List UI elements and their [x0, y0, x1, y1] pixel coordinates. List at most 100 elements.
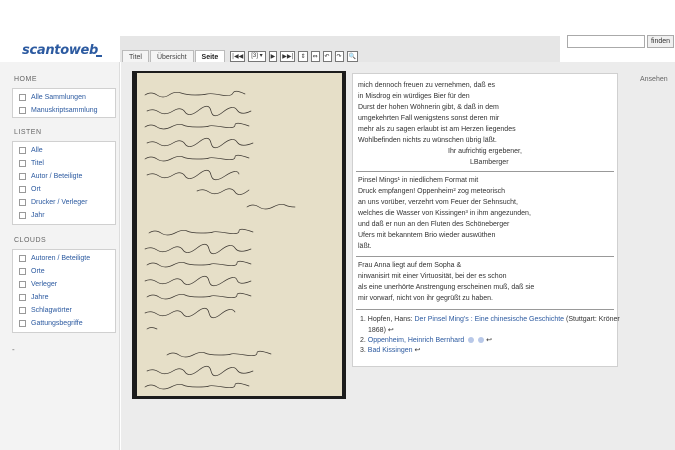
checkbox-icon[interactable] — [19, 255, 26, 262]
sidebar-item-autoren[interactable]: Autoren / Beteiligte — [13, 252, 115, 265]
sidebar-item-alle[interactable]: Alle — [13, 144, 115, 157]
search-input[interactable] — [567, 35, 645, 48]
checkbox-icon[interactable] — [19, 147, 26, 154]
fit-width-icon[interactable]: ⇔ — [310, 51, 320, 62]
footnote-3: 3. Bad Kissingen ↩ — [360, 346, 420, 354]
footnote-link[interactable]: Oppenheim, Heinrich Bernhard — [368, 337, 465, 344]
sidebar-item-label: Alle Sammlungen — [31, 94, 86, 101]
zoom-icon[interactable]: 🔍 — [346, 51, 359, 62]
text-line: mich dennoch freuen zu vernehmen, daß es — [358, 82, 495, 89]
checkbox-icon[interactable] — [19, 107, 26, 114]
next-page-icon[interactable]: ▶ — [268, 51, 278, 62]
sidebar-item-label: Autor / Beteiligte — [31, 173, 83, 180]
sidebar-item-label: Orte — [31, 268, 45, 275]
text-line: an uns vorüber, verzehrt vom Feuer der S… — [358, 199, 518, 206]
checkbox-icon[interactable] — [19, 294, 26, 301]
sidebar-box-listen: Alle Titel Autor / Beteiligte Ort Drucke… — [12, 141, 116, 225]
rotate-left-icon[interactable]: ↶ — [322, 51, 332, 62]
sidebar-item-schlagwoerter[interactable]: Schlagwörter — [13, 304, 115, 317]
footnote-number: 2. — [360, 337, 366, 344]
footnote-link[interactable]: Der Pinsel Ming's : Eine chinesische Ges… — [415, 316, 565, 323]
sidebar-box-clouds: Autoren / Beteiligte Orte Verleger Jahre… — [12, 249, 116, 333]
checkbox-icon[interactable] — [19, 160, 26, 167]
logo-underline — [96, 55, 102, 57]
sidebar-item-manuskriptsammlung[interactable]: Manuskriptsammlung — [13, 104, 115, 117]
text-line: Druck empfangen! Oppenheim² zog meteoris… — [358, 188, 506, 195]
sidebar-item-label: Schlagwörter — [31, 307, 72, 314]
checkbox-icon[interactable] — [19, 94, 26, 101]
logo-scan: scan — [22, 43, 55, 58]
sidebar-item-verleger[interactable]: Verleger — [13, 278, 115, 291]
text-line: Pinsel Mings¹ in niedlichem Format mit — [358, 177, 479, 184]
footnote-number: 1. — [360, 316, 366, 323]
search-button[interactable]: finden — [647, 35, 674, 48]
text-line: in Misdrog ein würdiges Bier für den — [358, 93, 470, 100]
logo[interactable]: scantoweb — [22, 43, 98, 58]
back-link-icon[interactable]: ↩ — [415, 347, 421, 354]
footnote-1: 1. Hopfen, Hans: Der Pinsel Ming's : Ein… — [360, 316, 620, 323]
sidebar-box-home: Alle Sammlungen Manuskriptsammlung — [12, 88, 116, 118]
sidebar-item-label: Verleger — [31, 281, 58, 288]
footnote-link[interactable]: Bad Kissingen — [368, 347, 413, 354]
sidebar-item-drucker[interactable]: Drucker / Verleger — [13, 196, 115, 209]
checkbox-icon[interactable] — [19, 199, 26, 206]
wikipedia-icon[interactable] — [468, 337, 475, 344]
footnote-author: Hopfen, Hans: — [367, 316, 413, 323]
ansehen-label[interactable]: Ansehen — [640, 76, 668, 83]
text-line: welches die Wasser von Kissingen³ in ihm… — [358, 210, 531, 217]
logo-web: web — [68, 43, 99, 58]
footnote-number: 3. — [360, 347, 366, 354]
footnote-1-year: 1868) ↩ — [368, 327, 394, 334]
gnd-icon[interactable] — [478, 337, 485, 344]
closing-line: Ihr aufrichtig ergebener, — [448, 148, 522, 155]
sidebar-item-orte[interactable]: Orte — [13, 265, 115, 278]
sidebar-item-titel[interactable]: Titel — [13, 157, 115, 170]
handwriting-image — [144, 90, 296, 390]
text-line: Wohlbefinden nichts zu wünschen übrig lä… — [358, 137, 497, 144]
checkbox-icon[interactable] — [19, 268, 26, 275]
sidebar-item-label: Alle — [31, 147, 43, 154]
text-line: und daß er nun an den Fluten des Schöneb… — [358, 221, 510, 228]
footnote-publisher: (Stuttgart: Kröner — [566, 316, 620, 323]
checkbox-icon[interactable] — [19, 212, 26, 219]
manuscript-scan[interactable] — [137, 73, 342, 396]
text-line: Frau Anna liegt auf dem Sopha & — [358, 262, 462, 269]
checkbox-icon[interactable] — [19, 186, 26, 193]
sidebar-item-label: Manuskriptsammlung — [31, 107, 98, 114]
last-page-icon[interactable]: ▶▶| — [280, 51, 296, 62]
text-line: als eine unerhörte Anstrengung erscheine… — [358, 284, 535, 291]
checkbox-icon[interactable] — [19, 307, 26, 314]
text-line: mehr als zu sagen erlaubt ist am Herzen … — [358, 126, 516, 133]
section-divider — [356, 256, 614, 257]
sidebar-item-label: Gattungsbegriffe — [31, 320, 83, 327]
logo-to: to — [54, 43, 69, 58]
rotate-right-icon[interactable]: ↷ — [334, 51, 344, 62]
sidebar-item-label: Ort — [31, 186, 41, 193]
first-page-icon[interactable]: |◀◀ — [230, 51, 246, 62]
text-line: läßt. — [358, 243, 372, 250]
sidebar-item-jahr[interactable]: Jahr — [13, 209, 115, 222]
sidebar-dash: - — [12, 345, 15, 354]
sidebar-heading-listen: LISTEN — [14, 129, 42, 136]
fit-height-icon[interactable]: ⇕ — [298, 51, 308, 62]
sidebar-heading-home: HOME — [14, 76, 37, 83]
sidebar-item-jahre[interactable]: Jahre — [13, 291, 115, 304]
sidebar-item-autor[interactable]: Autor / Beteiligte — [13, 170, 115, 183]
sidebar-item-label: Jahr — [31, 212, 45, 219]
page-select[interactable]: [3] ▾ — [248, 51, 266, 62]
sidebar-item-ort[interactable]: Ort — [13, 183, 115, 196]
text-line: nirwanisirt mit einer Virtuosität, bei d… — [358, 273, 507, 280]
text-line: Durst der hohen Wöhnerin gibt, & daß in … — [358, 104, 499, 111]
page-toolbar: |◀◀ [3] ▾ ▶ ▶▶| ⇕ ⇔ ↶ ↷ 🔍 — [230, 51, 359, 62]
text-line: umgekehrten Fall wenigstens sonst deren … — [358, 115, 500, 122]
checkbox-icon[interactable] — [19, 173, 26, 180]
checkbox-icon[interactable] — [19, 281, 26, 288]
text-line: Ufers mit bekanntem Brio wieder auswüthe… — [358, 232, 496, 239]
sidebar: HOME Alle Sammlungen Manuskriptsammlung … — [0, 62, 120, 450]
back-link-icon[interactable]: ↩ — [486, 337, 492, 344]
footnote-2: 2. Oppenheim, Heinrich Bernhard ↩ — [360, 336, 492, 344]
sidebar-item-alle-sammlungen[interactable]: Alle Sammlungen — [13, 91, 115, 104]
checkbox-icon[interactable] — [19, 320, 26, 327]
sidebar-item-gattungsbegriffe[interactable]: Gattungsbegriffe — [13, 317, 115, 330]
sidebar-item-label: Autoren / Beteiligte — [31, 255, 91, 262]
